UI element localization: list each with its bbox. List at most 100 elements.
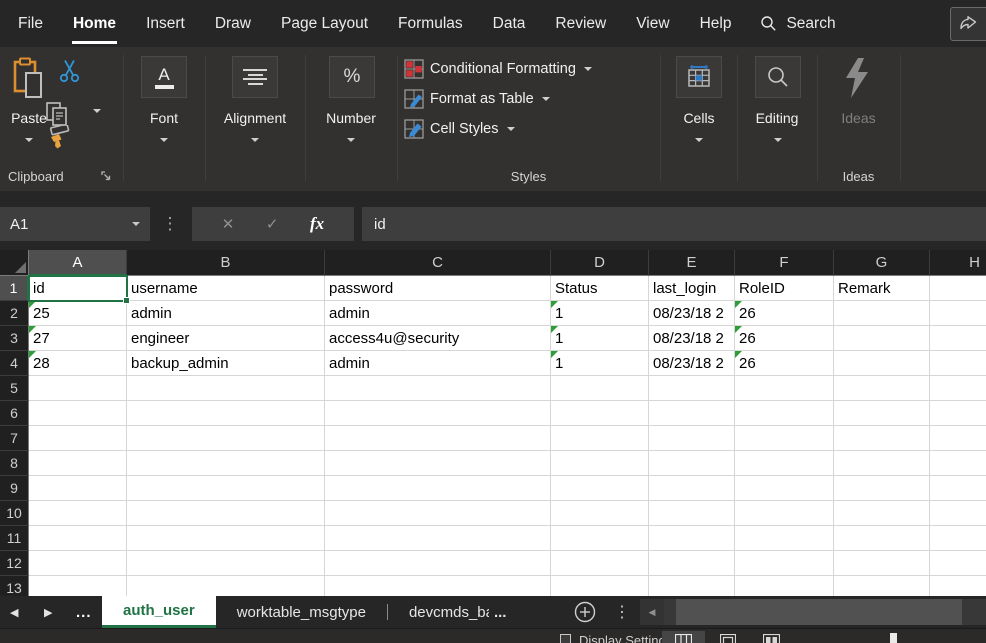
cell-B4[interactable]: backup_admin <box>127 351 325 376</box>
cell-styles-button[interactable]: Cell Styles <box>404 117 515 141</box>
cell-D5[interactable] <box>551 376 649 401</box>
cell-H3[interactable] <box>930 326 986 351</box>
cell-H8[interactable] <box>930 451 986 476</box>
cells-label[interactable]: Cells <box>660 110 738 127</box>
cell-C10[interactable] <box>325 501 551 526</box>
cell-G7[interactable] <box>834 426 930 451</box>
menu-tab-review[interactable]: Review <box>540 0 621 47</box>
share-button[interactable] <box>950 7 986 41</box>
cell-G5[interactable] <box>834 376 930 401</box>
sheet-tab-overflow-dots[interactable]: ... <box>76 596 92 628</box>
cell-B11[interactable] <box>127 526 325 551</box>
cell-B10[interactable] <box>127 501 325 526</box>
cell-G13[interactable] <box>834 576 930 596</box>
name-box[interactable]: A1 <box>0 207 150 241</box>
menu-tab-formulas[interactable]: Formulas <box>383 0 478 47</box>
row-header-8[interactable]: 8 <box>0 451 29 476</box>
cell-C12[interactable] <box>325 551 551 576</box>
menu-tab-page-layout[interactable]: Page Layout <box>266 0 383 47</box>
zoom-slider-handle[interactable] <box>890 633 897 643</box>
display-settings-label[interactable]: Display Settings <box>579 633 672 643</box>
cells-button-icon-box[interactable] <box>676 56 722 98</box>
page-layout-view-button[interactable] <box>706 631 749 643</box>
cell-A3[interactable]: 27 <box>29 326 127 351</box>
cell-G11[interactable] <box>834 526 930 551</box>
cell-E5[interactable] <box>649 376 735 401</box>
add-sheet-button[interactable] <box>574 601 596 623</box>
cell-H9[interactable] <box>930 476 986 501</box>
cell-C6[interactable] <box>325 401 551 426</box>
row-header-12[interactable]: 12 <box>0 551 29 576</box>
row-header-6[interactable]: 6 <box>0 401 29 426</box>
cell-D11[interactable] <box>551 526 649 551</box>
row-header-11[interactable]: 11 <box>0 526 29 551</box>
column-header-B[interactable]: B <box>127 250 325 276</box>
cell-C7[interactable] <box>325 426 551 451</box>
cell-D8[interactable] <box>551 451 649 476</box>
cell-E4[interactable]: 08/23/18 2 <box>649 351 735 376</box>
row-header-13[interactable]: 13 <box>0 576 29 596</box>
cell-D13[interactable] <box>551 576 649 596</box>
cell-A2[interactable]: 25 <box>29 301 127 326</box>
cell-A1[interactable]: id <box>29 276 127 301</box>
cell-E8[interactable] <box>649 451 735 476</box>
cell-E2[interactable]: 08/23/18 2 <box>649 301 735 326</box>
fill-handle[interactable] <box>123 297 130 304</box>
row-header-3[interactable]: 3 <box>0 326 29 351</box>
row-header-1[interactable]: 1 <box>0 276 29 301</box>
cell-C1[interactable]: password <box>325 276 551 301</box>
cell-G6[interactable] <box>834 401 930 426</box>
cell-H12[interactable] <box>930 551 986 576</box>
cell-H2[interactable] <box>930 301 986 326</box>
cell-C3[interactable]: access4u@security <box>325 326 551 351</box>
insert-function-button[interactable]: fx <box>310 214 324 234</box>
cell-B2[interactable]: admin <box>127 301 325 326</box>
cell-G12[interactable] <box>834 551 930 576</box>
cell-F8[interactable] <box>735 451 834 476</box>
cell-C4[interactable]: admin <box>325 351 551 376</box>
sheet-tab-worktable_msgtype[interactable]: worktable_msgtype <box>216 596 387 628</box>
cell-A13[interactable] <box>29 576 127 596</box>
cell-F4[interactable]: 26 <box>735 351 834 376</box>
editing-label[interactable]: Editing <box>737 110 817 127</box>
row-header-4[interactable]: 4 <box>0 351 29 376</box>
cell-C13[interactable] <box>325 576 551 596</box>
select-all-corner[interactable] <box>0 250 29 276</box>
menu-tab-data[interactable]: Data <box>478 0 541 47</box>
column-header-C[interactable]: C <box>325 250 551 276</box>
conditional-formatting-button[interactable]: Conditional Formatting <box>404 57 592 81</box>
cell-H10[interactable] <box>930 501 986 526</box>
copy-icon[interactable] <box>45 101 70 127</box>
format-as-table-button[interactable]: Format as Table <box>404 87 550 111</box>
cell-F9[interactable] <box>735 476 834 501</box>
cell-B5[interactable] <box>127 376 325 401</box>
cell-B7[interactable] <box>127 426 325 451</box>
cell-E1[interactable]: last_login <box>649 276 735 301</box>
ideas-button[interactable]: Ideas <box>817 55 900 165</box>
cell-G3[interactable] <box>834 326 930 351</box>
sheet-tab-auth_user[interactable]: auth_user <box>102 596 216 628</box>
column-header-H[interactable]: H <box>930 250 986 276</box>
cell-B8[interactable] <box>127 451 325 476</box>
cell-E13[interactable] <box>649 576 735 596</box>
alignment-button-icon-box[interactable] <box>232 56 278 98</box>
normal-view-button[interactable] <box>662 631 705 643</box>
cell-B3[interactable]: engineer <box>127 326 325 351</box>
menu-tab-insert[interactable]: Insert <box>131 0 200 47</box>
cell-D4[interactable]: 1 <box>551 351 649 376</box>
cell-E9[interactable] <box>649 476 735 501</box>
cell-H7[interactable] <box>930 426 986 451</box>
cell-A5[interactable] <box>29 376 127 401</box>
cell-A9[interactable] <box>29 476 127 501</box>
column-header-A[interactable]: A <box>29 250 127 276</box>
cell-E11[interactable] <box>649 526 735 551</box>
enter-button[interactable]: ✓ <box>266 215 279 233</box>
font-label[interactable]: Font <box>123 110 205 127</box>
cell-G8[interactable] <box>834 451 930 476</box>
cell-A6[interactable] <box>29 401 127 426</box>
formula-input[interactable]: id <box>362 207 986 241</box>
cell-C8[interactable] <box>325 451 551 476</box>
menu-tab-view[interactable]: View <box>621 0 684 47</box>
cell-A4[interactable]: 28 <box>29 351 127 376</box>
cell-F3[interactable]: 26 <box>735 326 834 351</box>
